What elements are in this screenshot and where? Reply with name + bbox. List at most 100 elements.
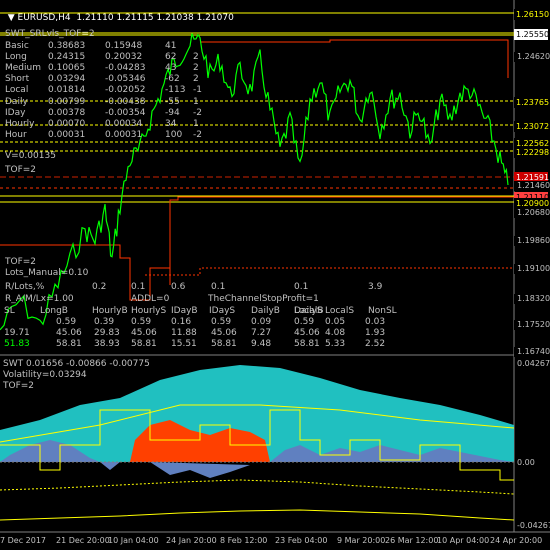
stats-row-c: -55 (165, 96, 180, 107)
addl-label: ADDL=0 (131, 294, 170, 304)
lower-header: SWT 0.01656 -0.00866 -0.00775 (3, 359, 150, 369)
risk-label: R/Lots,% (5, 282, 45, 292)
stats-row-name: IDay (5, 107, 26, 118)
table-row1-cell: 0.16 (171, 317, 192, 327)
table-header: LocalS (325, 306, 355, 316)
stats-row-b: -0.05346 (105, 74, 146, 85)
symbol-header: ▼ EURUSD,H4 1.21110 1.21115 1.21038 1.21… (7, 13, 234, 23)
table-row1-cell: 0.59 (211, 317, 232, 327)
table-header: LocalB (294, 306, 324, 316)
stop-line-upper (200, 39, 509, 78)
table-row1-cell: 0.03 (365, 317, 386, 327)
time-label: 24 Jan 20:00 (166, 536, 217, 545)
price-label: 1.24620 (514, 52, 550, 62)
stats-row-a: 0.24315 (48, 52, 86, 63)
table-row3-cell: 9.48 (251, 339, 272, 349)
table-row3-cell: 58.81 (131, 339, 157, 349)
table-row2-cell: 19.71 (4, 328, 30, 338)
price-label: 1.25550 (514, 29, 550, 40)
price-label: 1.17520 (514, 320, 550, 330)
table-row2-cell: 4.08 (325, 328, 346, 338)
tof-main-text: TOF=2 (5, 165, 37, 175)
time-label: 9 Mar 20:00 (337, 536, 386, 545)
price-label: 1.16740 (514, 347, 550, 357)
stats-row-extra: 1 (193, 96, 199, 107)
stats-row-c: 41 (165, 41, 177, 51)
volatility-text: Volatility=0.03294 (3, 370, 87, 380)
price-label: 1.26150 (514, 9, 550, 20)
stats-row-a: 0.38683 (48, 41, 86, 51)
stats-row-a: 0.00070 (48, 118, 86, 129)
risk-v5: 0.1 (294, 282, 309, 292)
table-header: HourlyB (92, 306, 128, 316)
dropdown-icon[interactable]: ▼ (8, 13, 18, 23)
price-label: 1.21460 (514, 181, 550, 191)
price-label: 1.20680 (514, 208, 550, 218)
stats-row-c: -113 (165, 85, 186, 96)
table-row3-cell: 38.93 (94, 339, 120, 349)
table-header: IDayB (171, 306, 198, 316)
stop-line-dotted (145, 267, 514, 276)
time-label: 10 Apr 04:00 (437, 536, 490, 545)
stats-row-b: -0.00438 (105, 96, 146, 107)
indicator-title: SWT_SRLvls_TOF=2 (5, 29, 95, 39)
channel-stop-label: TheChannelStopProfit=1 (208, 294, 319, 304)
price-label: 1.23765 (514, 97, 550, 108)
stats-row-name: Hourly (5, 118, 35, 129)
table-row2-cell: 11.88 (171, 328, 197, 338)
stats-row-name: Daily (5, 96, 28, 107)
table-row1-cell: 0.05 (325, 317, 346, 327)
stats-row-a: 0.00031 (48, 129, 86, 140)
table-row3-cell: 58.81 (211, 339, 237, 349)
stats-row-extra: -2 (193, 129, 202, 140)
time-label: 10 Jan 04:00 (108, 536, 159, 545)
stats-row-name: Long (5, 52, 27, 63)
stats-row-c: -94 (165, 107, 180, 118)
stats-row-extra: 2 (193, 74, 199, 85)
stats-row-b: -0.04283 (105, 63, 146, 74)
stats-row-b: -0.02052 (105, 85, 146, 96)
lower-axis-bottom: -0.04267 (517, 521, 550, 530)
tof-lower-pane: TOF=2 (3, 381, 35, 391)
table-row2-cell: 45.06 (131, 328, 157, 338)
stats-row-a: 0.00378 (48, 107, 86, 118)
table-row2-cell: 29.83 (94, 328, 120, 338)
stats-row-name: Local (5, 85, 29, 96)
table-row3-cell: 15.51 (171, 339, 197, 349)
table-row2-cell: 45.06 (294, 328, 320, 338)
stats-row-a: 0.03294 (48, 74, 86, 85)
risk-v2: 0.1 (131, 282, 146, 292)
table-header: NonSL (368, 306, 397, 316)
table-row3-cell: 58.81 (294, 339, 320, 349)
stats-row-b: 0.20032 (105, 52, 143, 63)
table-row1-cell: 0.59 (131, 317, 152, 327)
price-label: 1.19100 (514, 264, 550, 274)
time-label: 24 Apr 20:00 (490, 536, 543, 545)
tof-lower-text: TOF=2 (5, 257, 37, 267)
price-label: 1.22298 (514, 147, 550, 158)
risk-v6: 3.9 (368, 282, 383, 292)
lower-axis-zero: 0.00 (517, 458, 535, 467)
price-label: 1.18320 (514, 294, 550, 304)
ram-label: R_A/M/Lx=1.00 (5, 294, 74, 304)
time-label: 7 Dec 2017 (0, 536, 47, 545)
stats-row-c: 62 (165, 52, 177, 63)
stats-row-a: 0.00799 (48, 96, 86, 107)
table-row2-cell: 45.06 (211, 328, 237, 338)
price-label: 1.23072 (514, 121, 550, 132)
time-label: 23 Feb 04:00 (275, 536, 328, 545)
table-row3-cell: 5.33 (325, 339, 346, 349)
lots-manual-text: Lots_Manual=0.10 (5, 268, 89, 278)
v-line-text: V=0.00135 (5, 151, 56, 161)
stats-row-c: 43 (165, 63, 177, 74)
stats-row-extra: 1 (193, 118, 199, 129)
risk-v4: 0.1 (211, 282, 226, 292)
risk-v3: 0.6 (171, 282, 186, 292)
table-row3-cell: 2.52 (365, 339, 386, 349)
stats-row-b: 0.00031 (105, 129, 143, 140)
table-row1-cell: 0.59 (56, 317, 77, 327)
time-label: 26 Mar 12:00 (385, 536, 439, 545)
table-row3-cell: 58.81 (56, 339, 82, 349)
time-label: 8 Feb 12:00 (220, 536, 268, 545)
stats-row-a: 0.01814 (48, 85, 86, 96)
